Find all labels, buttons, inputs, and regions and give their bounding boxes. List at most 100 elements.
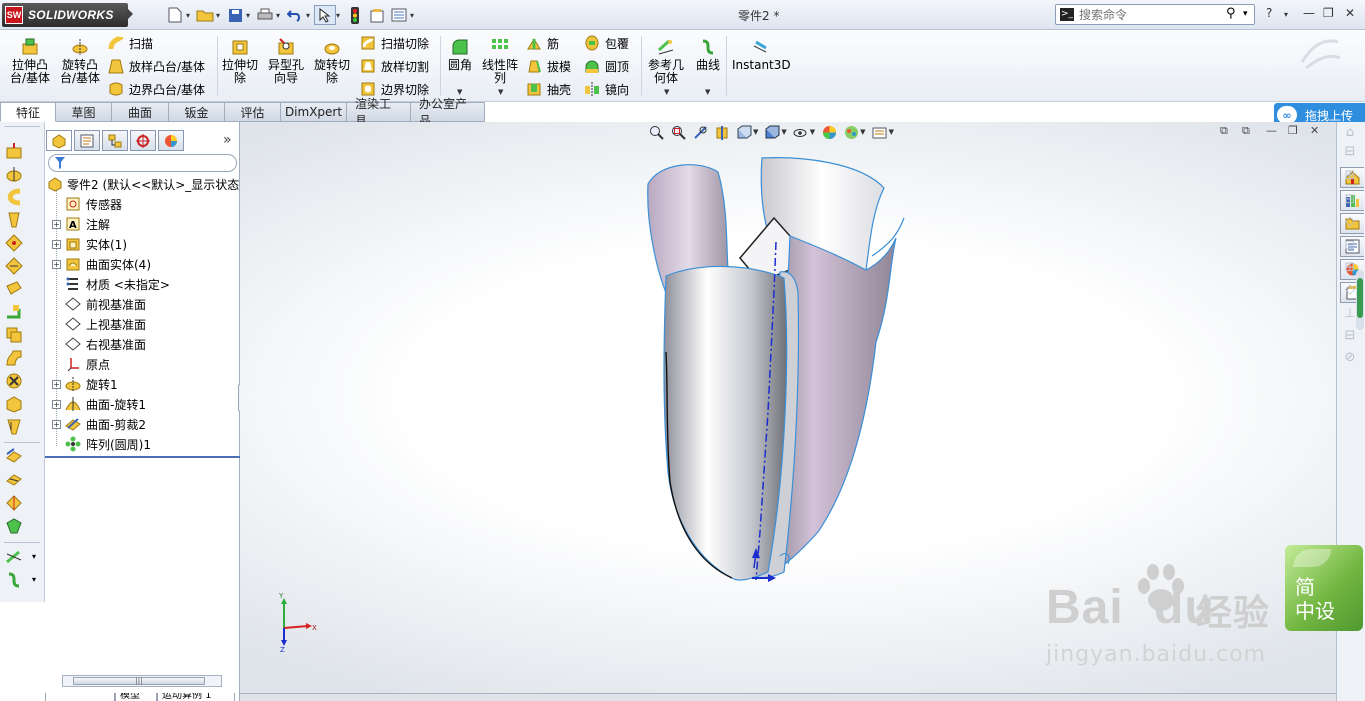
tab-render-tools[interactable]: 渲染工具 (347, 97, 411, 128)
display-style-icon[interactable] (764, 124, 780, 140)
extrude-cut-button[interactable]: 拉伸切 除 (222, 38, 258, 85)
new-document-icon[interactable] (164, 5, 186, 25)
view-settings-icon[interactable] (872, 124, 888, 140)
help-icon[interactable]: ? (1266, 6, 1272, 20)
sweep-icon[interactable] (5, 188, 23, 206)
save-icon[interactable] (224, 5, 246, 25)
lofted-cut-icon[interactable] (5, 326, 23, 344)
hide-show-items-icon[interactable] (793, 124, 809, 140)
dome-button[interactable]: 圆顶 (584, 56, 629, 76)
viewport-minimize-icon[interactable]: — (1266, 124, 1277, 137)
command-search[interactable]: >_ ⚲ ▾ (1055, 4, 1255, 25)
expand-icon[interactable]: + (52, 400, 61, 409)
chevron-down-icon[interactable]: ▾ (276, 11, 284, 20)
select-arrow-icon[interactable] (314, 5, 336, 25)
tab-sheet-metal[interactable]: 钣金 (169, 102, 225, 122)
task-pane-scrollbar[interactable] (1356, 270, 1364, 330)
chevron-down-icon[interactable]: ▾ (410, 11, 418, 20)
ruled-surface-icon[interactable] (5, 471, 23, 489)
expand-icon[interactable]: + (52, 420, 61, 429)
loft-boss-icon[interactable] (5, 211, 23, 229)
chevron-down-icon[interactable]: ▼ (889, 128, 894, 136)
knit-surface-icon[interactable] (5, 494, 23, 512)
chevron-down-icon[interactable]: ▾ (336, 11, 344, 20)
tab-office-products[interactable]: 办公室产品 (411, 97, 485, 128)
curves-icon[interactable] (5, 571, 23, 589)
options-icon[interactable] (388, 5, 410, 25)
zoom-to-fit-icon[interactable] (648, 124, 664, 140)
undo-icon[interactable] (284, 5, 306, 25)
rebuild-traffic-light-icon[interactable] (344, 5, 366, 25)
boundary-boss-button[interactable]: 边界凸台/基体 (108, 79, 205, 99)
menu-expand-arrow-icon[interactable] (127, 8, 133, 20)
viewport-restore-icon[interactable]: ❐ (1288, 124, 1298, 137)
revolve-cut-button[interactable]: 旋转切 除 (314, 38, 350, 85)
shell-button[interactable]: 抽壳 (526, 79, 571, 99)
tab-model[interactable]: 模型 (115, 693, 157, 701)
apply-scene-icon[interactable] (843, 124, 859, 140)
tab-dimxpert[interactable]: DimXpert (281, 102, 347, 122)
reference-geometry-button[interactable]: 参考几 何体 (648, 38, 684, 85)
tab-motion-study-1[interactable]: 运动算例 1 (157, 693, 235, 701)
revolve-cut-icon[interactable] (5, 349, 23, 367)
boss-extrude-button[interactable]: 拉伸凸 台/基体 (10, 38, 50, 85)
chevron-down-icon[interactable]: ▼ (705, 88, 710, 96)
tab-scroll-controls[interactable] (45, 693, 115, 701)
display-manager-tab-icon[interactable] (158, 130, 184, 151)
horizontal-scrollbar[interactable]: ||| (62, 675, 222, 687)
chevron-down-icon[interactable]: ▼ (498, 88, 503, 96)
tab-features[interactable]: 特征 (0, 102, 56, 122)
chevron-down-icon[interactable]: ▾ (32, 552, 36, 561)
viewport-close-icon[interactable]: ✕ (1310, 124, 1319, 137)
reference-geometry-icon[interactable] (5, 548, 23, 566)
instant3d-button[interactable]: Instant3D (732, 38, 791, 72)
chevron-down-icon[interactable]: ▾ (306, 11, 314, 20)
chevron-down-icon[interactable]: ▼ (664, 88, 669, 96)
chevron-down-icon[interactable]: ▾ (32, 575, 36, 584)
swept-cut-icon[interactable] (5, 303, 23, 321)
file-properties-icon[interactable] (366, 5, 388, 25)
feature-manager-tab-icon[interactable] (46, 130, 72, 151)
wrap-button[interactable]: 包覆 (584, 33, 629, 53)
sweep-button[interactable]: 扫描 (108, 33, 153, 53)
rib-button[interactable]: 筋 (526, 33, 559, 53)
chevron-down-icon[interactable]: ▾ (1243, 9, 1248, 19)
chevron-down-icon[interactable]: ▾ (186, 11, 194, 20)
chevron-down-icon[interactable]: ▾ (216, 11, 224, 20)
close-icon[interactable]: ✕ (1345, 6, 1355, 20)
expand-icon[interactable]: + (52, 380, 61, 389)
chevron-down-icon[interactable]: ▼ (781, 128, 786, 136)
previous-view-icon[interactable] (692, 124, 708, 140)
hole-wizard-button[interactable]: 异型孔 向导 (268, 38, 304, 85)
thicken-icon[interactable] (5, 257, 23, 275)
curves-button[interactable]: 曲线 (696, 38, 720, 72)
tab-sketch[interactable]: 草图 (56, 102, 112, 122)
dimxpert-manager-tab-icon[interactable] (130, 130, 156, 151)
extrude-cut-icon[interactable] (5, 280, 23, 298)
chevron-down-icon[interactable]: ▼ (860, 128, 865, 136)
property-manager-tab-icon[interactable] (74, 130, 100, 151)
section-view-icon[interactable] (714, 124, 730, 140)
mirror-button[interactable]: 镜向 (584, 79, 629, 99)
chevron-down-icon[interactable]: ▾ (1284, 10, 1288, 19)
zoom-to-area-icon[interactable] (670, 124, 686, 140)
chevron-right-icon[interactable]: » (223, 132, 232, 148)
draft-button[interactable]: 拔模 (526, 56, 571, 76)
search-input[interactable] (1079, 7, 1219, 22)
print-icon[interactable] (254, 5, 276, 25)
edit-appearance-icon[interactable] (821, 124, 837, 140)
chevron-down-icon[interactable]: ▾ (246, 11, 254, 20)
viewport-tile-icon[interactable]: ⧉ (1220, 124, 1228, 138)
offset-surface-icon[interactable] (5, 448, 23, 466)
swept-cut-button[interactable]: 扫描切除 (360, 33, 429, 53)
expand-icon[interactable]: + (52, 240, 61, 249)
loft-boss-button[interactable]: 放样凸台/基体 (108, 56, 205, 76)
expand-icon[interactable]: + (52, 220, 61, 229)
minimize-icon[interactable]: — (1303, 6, 1315, 20)
chevron-down-icon[interactable]: ▼ (753, 128, 758, 136)
linear-pattern-button[interactable]: 线性阵 列 (482, 38, 518, 85)
planar-surface-icon[interactable] (5, 517, 23, 535)
scrollbar-thumb[interactable]: ||| (73, 677, 205, 685)
solidworks-menu-logo[interactable]: SW SOLIDWORKS (2, 3, 128, 27)
tree-filter[interactable] (48, 154, 237, 172)
